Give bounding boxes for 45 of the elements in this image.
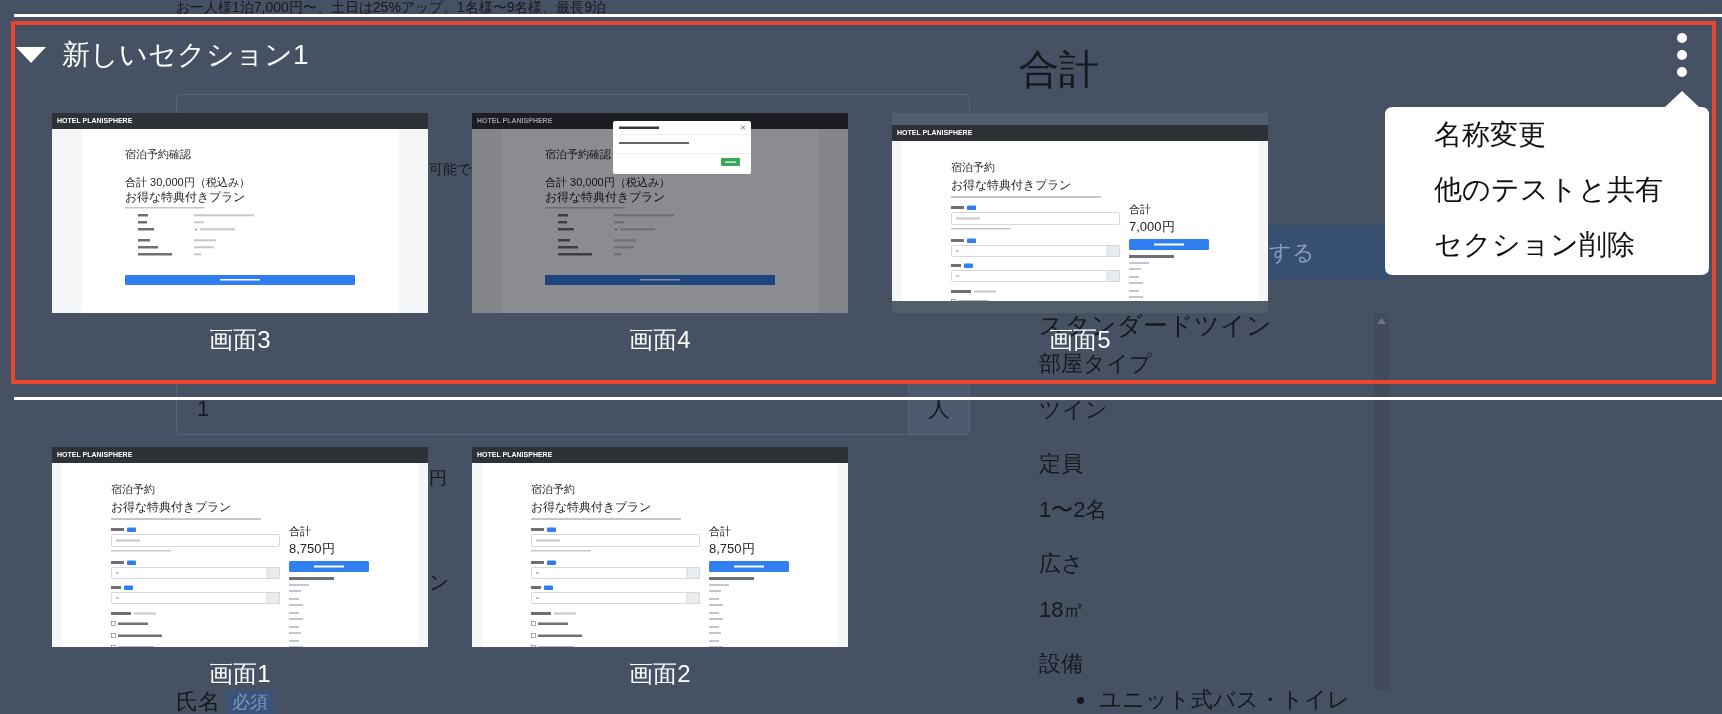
total-amount: 8,750円: [709, 541, 755, 557]
detail-value: 18㎡: [1039, 597, 1087, 623]
screen-label: 画面3: [209, 327, 271, 353]
detail-label: 部屋タイプ: [1039, 351, 1153, 377]
amenity-item: ユニット式バス・トイレ: [1099, 689, 1350, 711]
screen-label: 画面1: [209, 661, 271, 687]
total-text: 合計 30,000円（税込み）: [125, 176, 250, 189]
field-label: 氏名: [176, 690, 220, 714]
scroll-arrow-icon: [1377, 318, 1386, 324]
bullet-icon: [1077, 696, 1084, 704]
hint-text: 円: [429, 468, 447, 488]
required-badge: 必須: [226, 690, 274, 714]
detail-label: 設備: [1039, 651, 1084, 677]
plan-name: お得な特典付きプラン: [125, 190, 245, 204]
section-title: 新しいセクション1: [62, 38, 309, 72]
hint-text: 可能で: [429, 160, 471, 178]
page-title: 宿泊予約確認: [125, 148, 191, 161]
plan-name: お得な特典付きプラン: [531, 500, 651, 514]
option-label: ン: [429, 571, 449, 593]
menu-item[interactable]: 名称変更: [1385, 107, 1709, 162]
screen-label: 画面2: [629, 661, 691, 687]
screen-label: 画面4: [629, 327, 691, 353]
plan-name: お得な特典付きプラン: [951, 178, 1071, 192]
page-title: 宿泊予約確認: [545, 148, 611, 161]
total-label: 合計: [1129, 203, 1151, 216]
total-amount: 8,750円: [289, 541, 335, 557]
more-icon[interactable]: [1677, 33, 1687, 77]
detail-label: 定員: [1039, 451, 1084, 477]
detail-value: 1〜2名: [1039, 497, 1109, 523]
page-title: 宿泊予約: [111, 483, 155, 496]
detail-value: ツイン: [1039, 397, 1109, 423]
detail-label: 広さ: [1039, 551, 1085, 577]
caret-icon[interactable]: [16, 47, 46, 63]
page-title: 宿泊予約: [531, 483, 575, 496]
total-amount: 7,000円: [1129, 219, 1175, 235]
menu-item[interactable]: セクション削除: [1385, 217, 1709, 272]
total-text: 合計 30,000円（税込み）: [545, 176, 670, 189]
plan-name: お得な特典付きプラン: [111, 500, 231, 514]
total-label: 合計: [709, 525, 731, 538]
description-text: お一人様1泊7,000円〜、土日は25%アップ。1名様〜9名様、最長9泊: [176, 0, 607, 14]
total-label: 合計: [289, 525, 311, 538]
menu-item[interactable]: 他のテストと共有: [1385, 162, 1709, 217]
page-title: 宿泊予約: [951, 161, 995, 174]
plan-name: お得な特典付きプラン: [545, 190, 665, 204]
total-heading: 合計: [1019, 47, 1100, 91]
